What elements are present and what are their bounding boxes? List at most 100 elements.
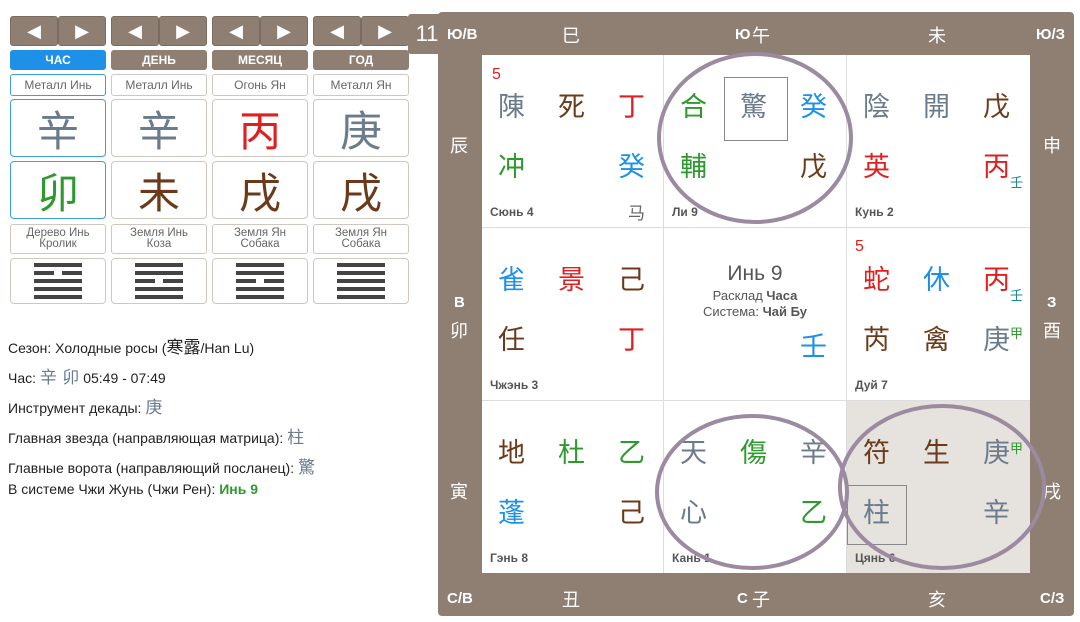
- palace-glyph: 英: [863, 152, 890, 183]
- month-branch-desc: Земля Ян Собака: [212, 224, 308, 254]
- left-branch-3: 寅: [450, 482, 468, 503]
- month-hexagram-icon: [212, 258, 308, 304]
- palace-glyph: 驚: [740, 92, 767, 123]
- month-next-button[interactable]: ▶: [260, 16, 308, 46]
- decade-line: Инструмент декады: 庚: [8, 398, 163, 418]
- day-prev-button[interactable]: ◀: [111, 16, 159, 46]
- palace-glyph: 陳: [498, 92, 525, 123]
- year-next-button[interactable]: ▶: [361, 16, 409, 46]
- palace-glyph: 戊: [983, 92, 1010, 123]
- palace-glyph: 芮: [863, 325, 890, 356]
- palace-glyph: 地: [498, 438, 525, 469]
- palace-label: Цянь 6: [855, 551, 896, 565]
- palace-glyph: 生: [923, 438, 950, 469]
- right-branch-2: 酉: [1043, 321, 1061, 342]
- palace-kun[interactable]: 陰 開 戊 英 丙 壬 Кунь 2: [847, 55, 1030, 227]
- palace-qian[interactable]: 符 生 庚 甲 柱 辛 Цянь 6: [847, 401, 1030, 573]
- left-direction: В: [454, 294, 465, 311]
- palace-xun-number: 5: [492, 66, 501, 83]
- palace-kan[interactable]: 天 傷 辛 心 乙 Кань 1: [664, 401, 846, 573]
- corner-nw: С/З: [1040, 590, 1065, 607]
- palace-glyph: 死: [558, 92, 585, 123]
- palace-glyph: 休: [923, 265, 950, 296]
- day-branch: 未: [111, 161, 207, 219]
- palace-label: Гэнь 8: [490, 551, 529, 565]
- palace-glyph: 壬: [800, 332, 827, 363]
- palace-glyph: 冲: [498, 152, 525, 183]
- season-line: Сезон: Холодные росы (寒露/Han Lu): [8, 338, 255, 358]
- palace-glyph: 雀: [498, 265, 525, 296]
- palace-li[interactable]: 合 驚 癸 輔 戊 Ли 9: [664, 55, 846, 227]
- hour-next-button[interactable]: ▶: [58, 16, 106, 46]
- palace-glyph: 陰: [863, 92, 890, 123]
- palace-glyph: 甲: [1010, 327, 1024, 342]
- hour-stem: 辛: [10, 99, 106, 157]
- top-branch-2: 午: [752, 26, 770, 47]
- palace-gen[interactable]: 地 杜 乙 蓬 己 Гэнь 8: [482, 401, 663, 573]
- day-hexagram-icon: [111, 258, 207, 304]
- top-branch-1: 巳: [562, 26, 580, 47]
- corner-se: Ю/В: [447, 26, 478, 43]
- palace-glyph: 禽: [923, 325, 950, 356]
- system-line: В системе Чжи Жунь (Чжи Рен): Инь 9: [8, 481, 259, 497]
- palace-glyph: 辛: [983, 498, 1010, 529]
- month-prev-button[interactable]: ◀: [212, 16, 260, 46]
- bottom-branch-1: 丑: [562, 590, 580, 611]
- corner-sw: Ю/З: [1036, 26, 1066, 43]
- tab-day[interactable]: ДЕНЬ: [111, 50, 207, 70]
- bottom-direction: С: [737, 590, 748, 607]
- day-stem: 辛: [111, 99, 207, 157]
- palace-dui[interactable]: 5 蛇 休 丙 壬 芮 禽 庚 甲 Дуй 7: [847, 228, 1030, 400]
- palace-glyph: 蛇: [863, 265, 890, 296]
- bottom-branch-3: 亥: [928, 590, 946, 611]
- palace-xun[interactable]: 5 陳 死 丁 冲 癸 马 Сюнь 4: [482, 55, 663, 227]
- palace-glyph: 马: [628, 204, 645, 224]
- right-branch-1: 申: [1043, 136, 1061, 157]
- palace-grid: 5 陳 死 丁 冲 癸 马 Сюнь 4 合 驚 癸 輔 戊 Ли 9 陰 開 …: [482, 55, 1030, 573]
- palace-label: Кунь 2: [855, 205, 894, 219]
- palace-dui-number: 5: [855, 238, 864, 255]
- star-line: Главная звезда (направляющая матрица): 柱: [8, 428, 305, 448]
- palace-glyph: 丁: [618, 92, 645, 123]
- hour-line: Час: 辛 卯 05:49 - 07:49: [8, 368, 166, 388]
- left-branch-1: 辰: [450, 136, 468, 157]
- year-stem: 庚: [313, 99, 409, 157]
- palace-label: Сюнь 4: [490, 205, 534, 219]
- tab-month[interactable]: МЕСЯЦ: [212, 50, 308, 70]
- palace-glyph: 杜: [558, 438, 585, 469]
- left-branch-2: 卯: [450, 321, 468, 342]
- palace-glyph: 甲: [1010, 442, 1024, 457]
- gate-line: Главные ворота (направляющий посланец): …: [8, 458, 315, 478]
- year-branch-desc: Земля Ян Собака: [313, 224, 409, 254]
- palace-glyph: 壬: [1010, 176, 1024, 191]
- bottom-branch-2: 子: [752, 590, 770, 611]
- palace-glyph: 蓬: [498, 498, 525, 529]
- day-next-button[interactable]: ▶: [159, 16, 207, 46]
- palace-glyph: 庚: [983, 438, 1010, 469]
- month-stem-element: Огонь Ян: [212, 74, 308, 96]
- hour-prev-button[interactable]: ◀: [10, 16, 58, 46]
- palace-glyph: 壬: [1010, 289, 1024, 304]
- right-branch-3: 戌: [1043, 482, 1061, 503]
- palace-glyph: 傷: [740, 438, 767, 469]
- tab-year[interactable]: ГОД: [313, 50, 409, 70]
- palace-glyph: 乙: [800, 498, 827, 529]
- year-prev-button[interactable]: ◀: [313, 16, 361, 46]
- palace-glyph: 庚: [983, 325, 1010, 356]
- hour-branch-desc: Дерево Инь Кролик: [10, 224, 106, 254]
- palace-zhen[interactable]: 雀 景 己 任 丁 Чжэнь 3: [482, 228, 663, 400]
- palace-label: Кань 1: [672, 551, 711, 565]
- palace-center: Инь 9 Расклад Часа Система: Чай Бу 壬: [664, 228, 846, 400]
- day-stem-element: Металл Инь: [111, 74, 207, 96]
- palace-glyph: 丙: [983, 265, 1010, 296]
- palace-glyph: 景: [558, 265, 585, 296]
- palace-glyph: 天: [680, 438, 707, 469]
- tab-hour[interactable]: ЧАС: [10, 50, 106, 70]
- hour-hexagram-icon: [10, 258, 106, 304]
- palace-glyph: 己: [618, 265, 645, 296]
- palace-glyph: 癸: [618, 152, 645, 183]
- palace-label: Ли 9: [672, 205, 698, 219]
- month-branch: 戌: [212, 161, 308, 219]
- top-direction: Ю: [735, 26, 751, 43]
- right-direction: З: [1047, 294, 1057, 311]
